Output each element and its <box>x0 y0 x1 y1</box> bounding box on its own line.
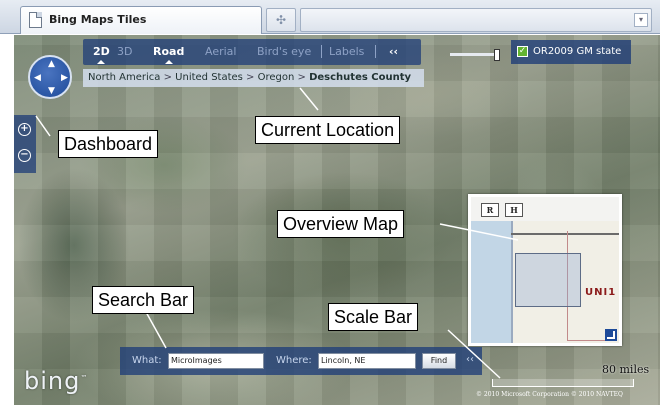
callout-current-location: Current Location <box>255 116 401 144</box>
what-input[interactable]: MicroImages <box>168 353 264 369</box>
zoom-in-icon[interactable]: + <box>18 123 31 136</box>
pan-compass[interactable]: ▲ ▼ ◀ ▶ <box>28 55 72 99</box>
trademark-icon: ™ <box>80 374 89 382</box>
breadcrumb-current: Deschutes County <box>309 72 412 83</box>
breadcrumb-item-north-america[interactable]: North America <box>88 72 160 83</box>
callout-overview-map: Overview Map <box>277 210 405 238</box>
zoom-panel: + − <box>14 115 36 173</box>
callout-dashboard: Dashboard <box>58 130 159 158</box>
collapse-search-button[interactable]: ‹‹ <box>466 354 474 365</box>
where-label: Where: <box>276 355 312 366</box>
overview-country-label: UNI1 <box>585 287 617 298</box>
zoom-slider-thumb[interactable] <box>494 49 500 61</box>
breadcrumb-item-united-states[interactable]: United States <box>175 72 243 83</box>
view-2d-button[interactable]: 2D <box>93 45 110 64</box>
page-icon <box>29 12 42 28</box>
bing-logo: bing™ <box>24 367 89 395</box>
pan-down-icon[interactable]: ▼ <box>48 87 55 96</box>
tab-menu-dropdown-icon[interactable]: ▾ <box>634 13 648 27</box>
zoom-slider[interactable] <box>450 49 502 61</box>
resize-icon[interactable] <box>605 329 617 341</box>
what-label: What: <box>132 355 162 366</box>
birds-eye-button[interactable]: Bird's eye <box>257 45 311 58</box>
search-bar: What: MicroImages Where: Lincoln, NE Fin… <box>120 347 482 375</box>
layer-toggle[interactable]: ✓ OR2009 GM state <box>511 40 631 64</box>
copyright-text: © 2010 Microsoft Corporation © 2010 NAVT… <box>476 391 623 398</box>
scale-label: 80 miles <box>602 363 650 376</box>
labels-toggle-button[interactable]: Labels <box>329 45 364 58</box>
map-style-toolbar: 2D 3D Road Aerial Bird's eye Labels ‹‹ <box>83 39 421 65</box>
view-3d-button[interactable]: 3D <box>117 45 132 58</box>
find-button[interactable]: Find <box>422 353 456 369</box>
layer-label: OR2009 GM state <box>533 46 622 57</box>
overview-viewport-rectangle[interactable] <box>515 253 581 307</box>
toolbar-divider <box>375 45 376 58</box>
overview-hybrid-button[interactable]: H <box>505 203 523 217</box>
scale-bar <box>492 379 634 387</box>
where-input[interactable]: Lincoln, NE <box>318 353 416 369</box>
new-tab-button[interactable]: ✣ <box>266 8 296 32</box>
callout-search-bar: Search Bar <box>92 286 195 314</box>
pan-up-icon[interactable]: ▲ <box>48 60 55 69</box>
aerial-style-button[interactable]: Aerial <box>205 45 236 58</box>
zoom-out-icon[interactable]: − <box>18 149 31 162</box>
overview-road-button[interactable]: R <box>481 203 499 217</box>
pan-right-icon[interactable]: ▶ <box>61 74 68 83</box>
tab-title: Bing Maps Tiles <box>49 13 147 26</box>
breadcrumb-item-oregon[interactable]: Oregon <box>258 72 295 83</box>
pan-left-icon[interactable]: ◀ <box>34 74 41 83</box>
overview-map[interactable]: R H UNI1 <box>468 194 622 346</box>
zoom-slider-track <box>450 53 500 56</box>
road-style-button[interactable]: Road <box>153 45 184 64</box>
breadcrumb: North America > United States > Oregon >… <box>83 69 424 87</box>
browser-tab-strip: Bing Maps Tiles ✣ ▾ <box>0 0 660 34</box>
tab-list-area: ▾ <box>300 8 652 32</box>
checkbox-checked-icon[interactable]: ✓ <box>517 46 528 57</box>
callout-scale-bar: Scale Bar <box>328 303 419 331</box>
browser-tab-bing-maps[interactable]: Bing Maps Tiles <box>20 6 262 34</box>
collapse-toolbar-button[interactable]: ‹‹ <box>389 45 398 58</box>
toolbar-divider <box>321 45 322 58</box>
